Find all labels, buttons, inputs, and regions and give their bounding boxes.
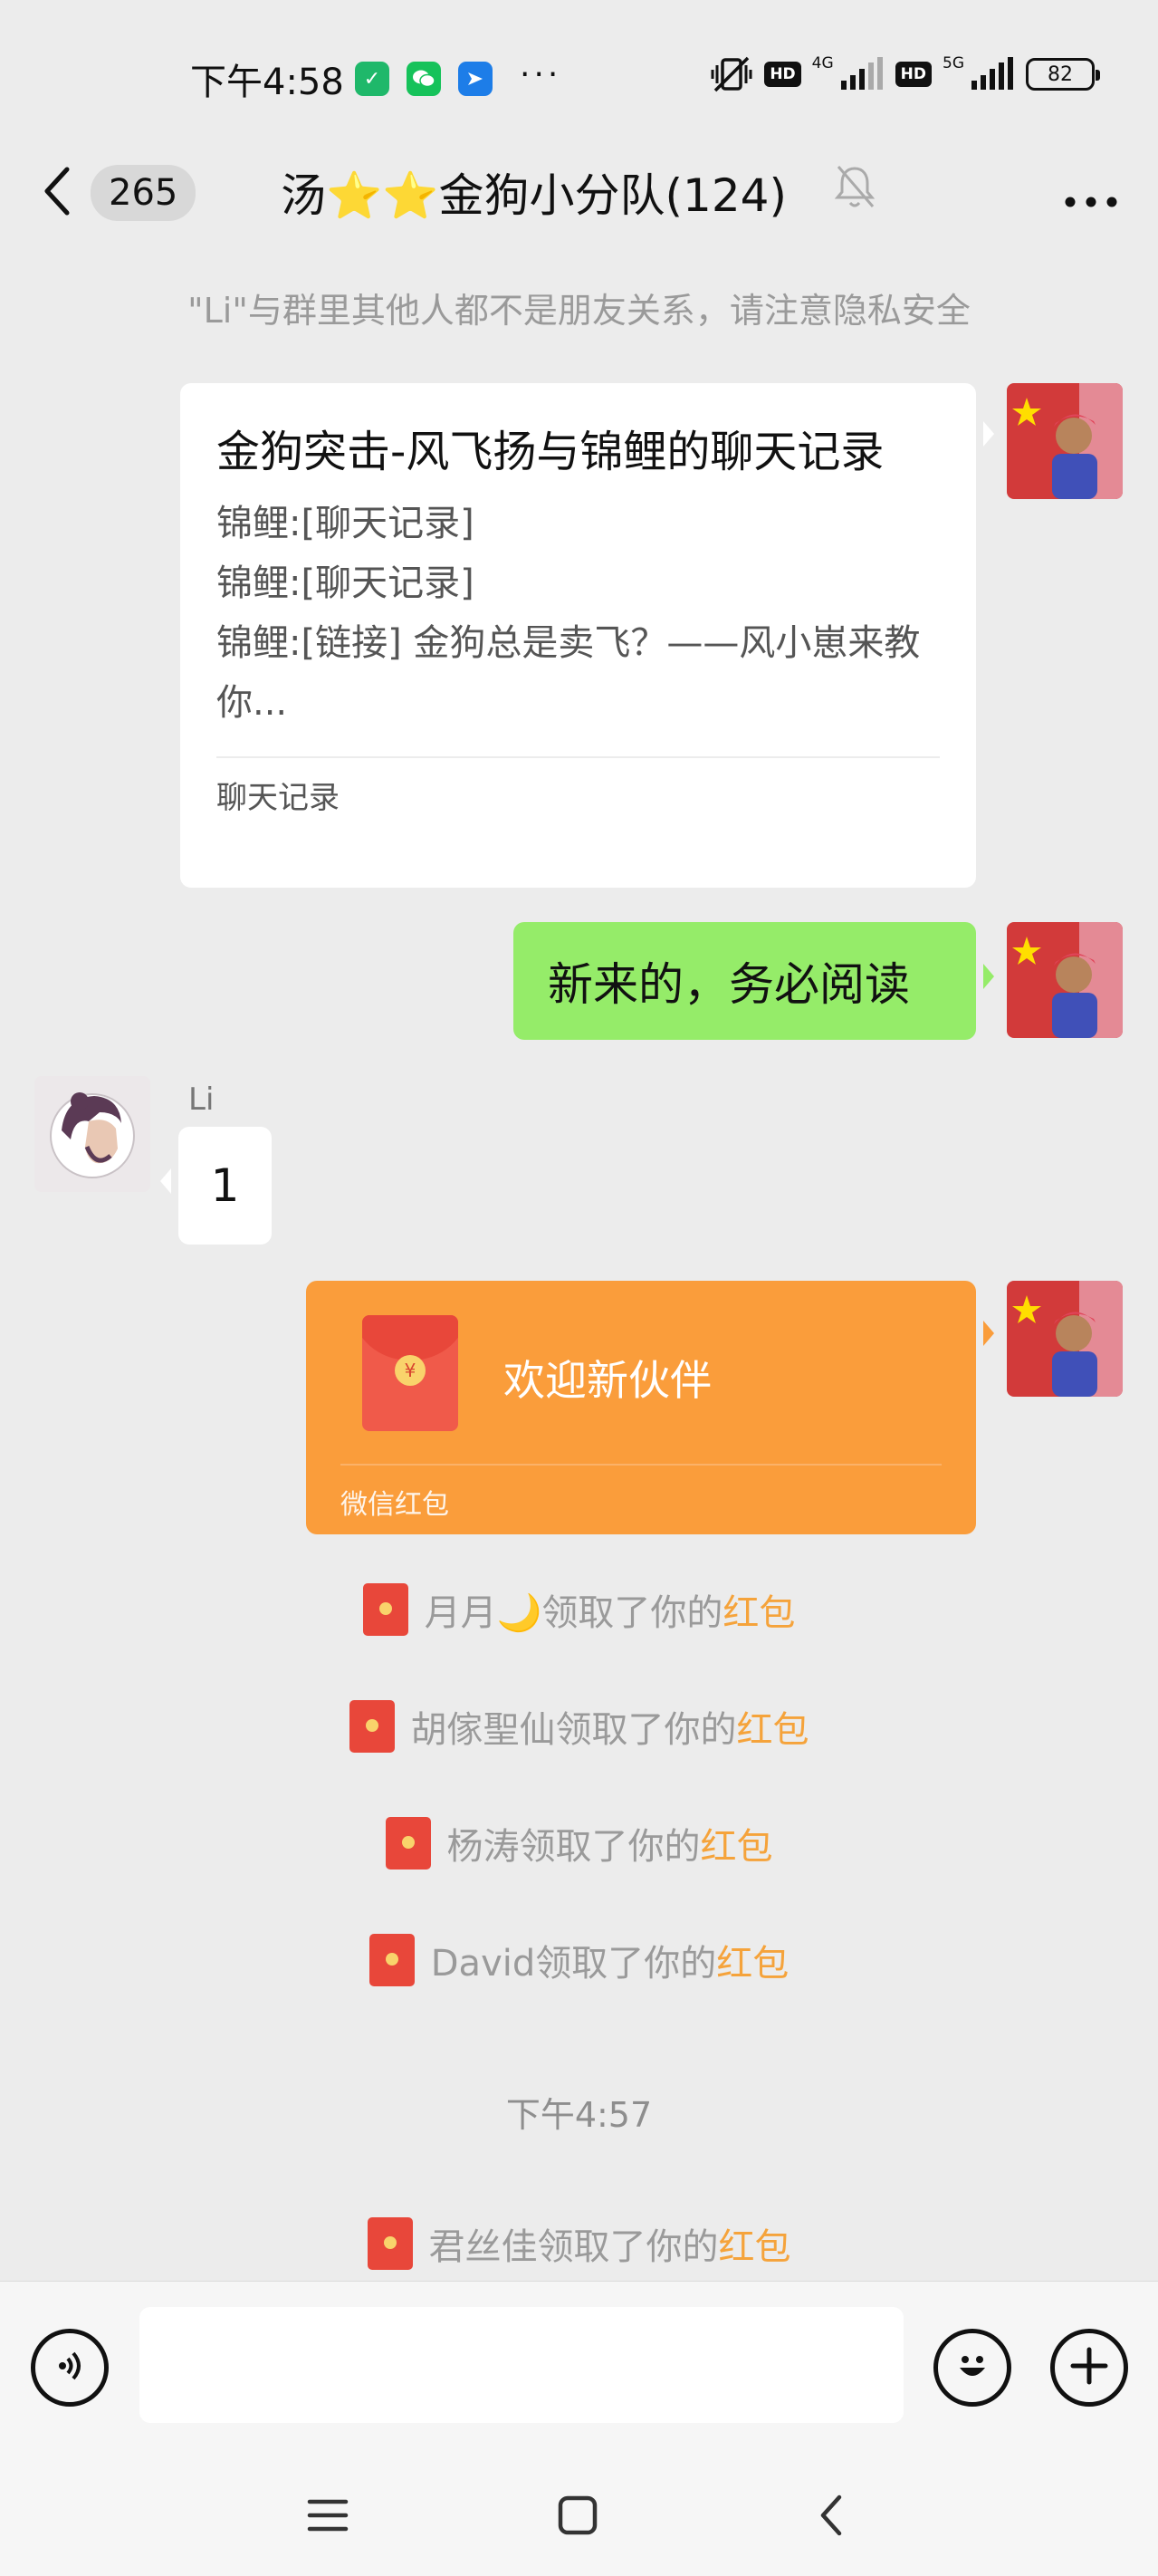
status-bar: 下午4:58 ✓ ··· HD 4G HD 5G 82 [0, 0, 1158, 154]
li-avatar[interactable] [34, 1076, 150, 1192]
unread-count-badge: 265 [91, 165, 196, 221]
outgoing-message-bubble[interactable]: 新来的，务必阅读 [513, 922, 994, 1040]
input-bar [0, 2281, 1158, 2453]
more-options-button[interactable] [1064, 168, 1118, 219]
red-packet-link[interactable]: 红包 [737, 1700, 809, 1753]
card-preview-line: 锦鲤:[聊天记录] [216, 562, 474, 604]
card-preview-line: 锦鲤:[聊天记录] [216, 503, 474, 544]
shield-app-icon: ✓ [355, 62, 389, 96]
claim-text: 君丝佳领取了你的 [428, 2226, 719, 2268]
voice-button[interactable] [31, 2329, 109, 2407]
hd-badge-2: HD [895, 62, 932, 87]
vibrate-off-icon [710, 54, 753, 94]
chat-title: 汤⭐⭐金狗小分队(124) [281, 169, 787, 222]
red-packet-link[interactable]: 红包 [719, 2217, 791, 2270]
more-notifications-icon: ··· [520, 56, 562, 93]
card-preview-lines: 锦鲤:[聊天记录] 锦鲤:[聊天记录] 锦鲤:[链接] 金狗总是卖飞？——风小崽… [216, 494, 940, 733]
menu-nav-button[interactable] [296, 2484, 359, 2547]
plus-icon [1067, 2344, 1111, 2391]
message-input[interactable] [139, 2307, 904, 2423]
sender-name: Li [188, 1081, 215, 1118]
claim-text: 杨涛领取了你的 [446, 1826, 701, 1868]
network-4g-label: 4G [811, 54, 834, 72]
hd-badge: HD [764, 62, 801, 87]
mute-bell-icon [833, 163, 876, 214]
smiley-icon [951, 2344, 994, 2391]
card-divider [216, 756, 940, 758]
more-actions-button[interactable] [1050, 2329, 1128, 2407]
incoming-message-bubble[interactable]: 1 [160, 1127, 272, 1245]
coin-icon: ¥ [395, 1355, 426, 1386]
card-preview-line: 锦鲤:[链接] 金狗总是卖飞？——风小崽来教你... [216, 622, 921, 724]
self-avatar[interactable] [1007, 1281, 1123, 1397]
red-packet-icon [367, 2217, 413, 2270]
self-avatar[interactable] [1007, 922, 1123, 1038]
claim-notification: 君丝佳领取了你的 红包 [0, 2217, 1158, 2270]
red-packet-message[interactable]: ¥ 欢迎新伙伴 微信红包 [306, 1281, 994, 1534]
feishu-app-icon [458, 62, 493, 96]
status-indicators: HD 4G HD 5G 82 [710, 54, 1100, 94]
system-navigation-bar [0, 2453, 1158, 2576]
back-nav-button[interactable] [799, 2484, 863, 2547]
red-packet-title: 欢迎新伙伴 [503, 1356, 712, 1405]
claim-notification: David领取了你的 红包 [0, 1934, 1158, 1986]
self-avatar[interactable] [1007, 383, 1123, 499]
red-packet-divider [340, 1464, 942, 1466]
card-title: 金狗突击-风飞扬与锦鲤的聊天记录 [216, 427, 885, 477]
chat-header: 265 汤⭐⭐金狗小分队(124) [0, 136, 1158, 254]
signal-icon-2 [970, 54, 1015, 94]
claim-text: 胡傢聖仙领取了你的 [410, 1709, 737, 1751]
red-packet-link[interactable]: 红包 [701, 1817, 773, 1870]
claim-notification: 胡傢聖仙领取了你的 红包 [0, 1700, 1158, 1753]
voice-icon [50, 2346, 90, 2389]
red-packet-link[interactable]: 红包 [723, 1583, 795, 1636]
message-timestamp: 下午4:57 [505, 2095, 653, 2135]
red-envelope-icon: ¥ [362, 1315, 458, 1431]
home-nav-button[interactable] [546, 2484, 609, 2547]
red-packet-icon [362, 1583, 408, 1636]
claim-text: David领取了你的 [430, 1943, 717, 1985]
signal-icon [839, 54, 885, 94]
claim-notification: 杨涛领取了你的 红包 [0, 1817, 1158, 1870]
wechat-app-icon [407, 62, 441, 96]
network-5g-label: 5G [943, 54, 964, 72]
claim-notification: 月月🌙领取了你的 红包 [0, 1583, 1158, 1636]
red-packet-link[interactable]: 红包 [716, 1934, 789, 1986]
red-packet-icon [349, 1700, 395, 1753]
red-packet-icon [385, 1817, 431, 1870]
battery-indicator: 82 [1026, 58, 1100, 91]
emoji-button[interactable] [933, 2329, 1011, 2407]
card-footer-label: 聊天记录 [216, 780, 340, 816]
claim-text: 月月🌙领取了你的 [424, 1592, 723, 1634]
back-button[interactable]: 265 [42, 154, 205, 232]
red-packet-label: 微信红包 [340, 1489, 449, 1521]
red-packet-icon [368, 1934, 415, 1986]
chat-record-card[interactable]: 金狗突击-风飞扬与锦鲤的聊天记录 锦鲤:[聊天记录] 锦鲤:[聊天记录] 锦鲤:… [180, 383, 994, 888]
privacy-notice: "Li"与群里其他人都不是朋友关系，请注意隐私安全 [187, 291, 971, 331]
chevron-left-icon [42, 166, 72, 220]
status-time: 下午4:58 [190, 62, 344, 103]
